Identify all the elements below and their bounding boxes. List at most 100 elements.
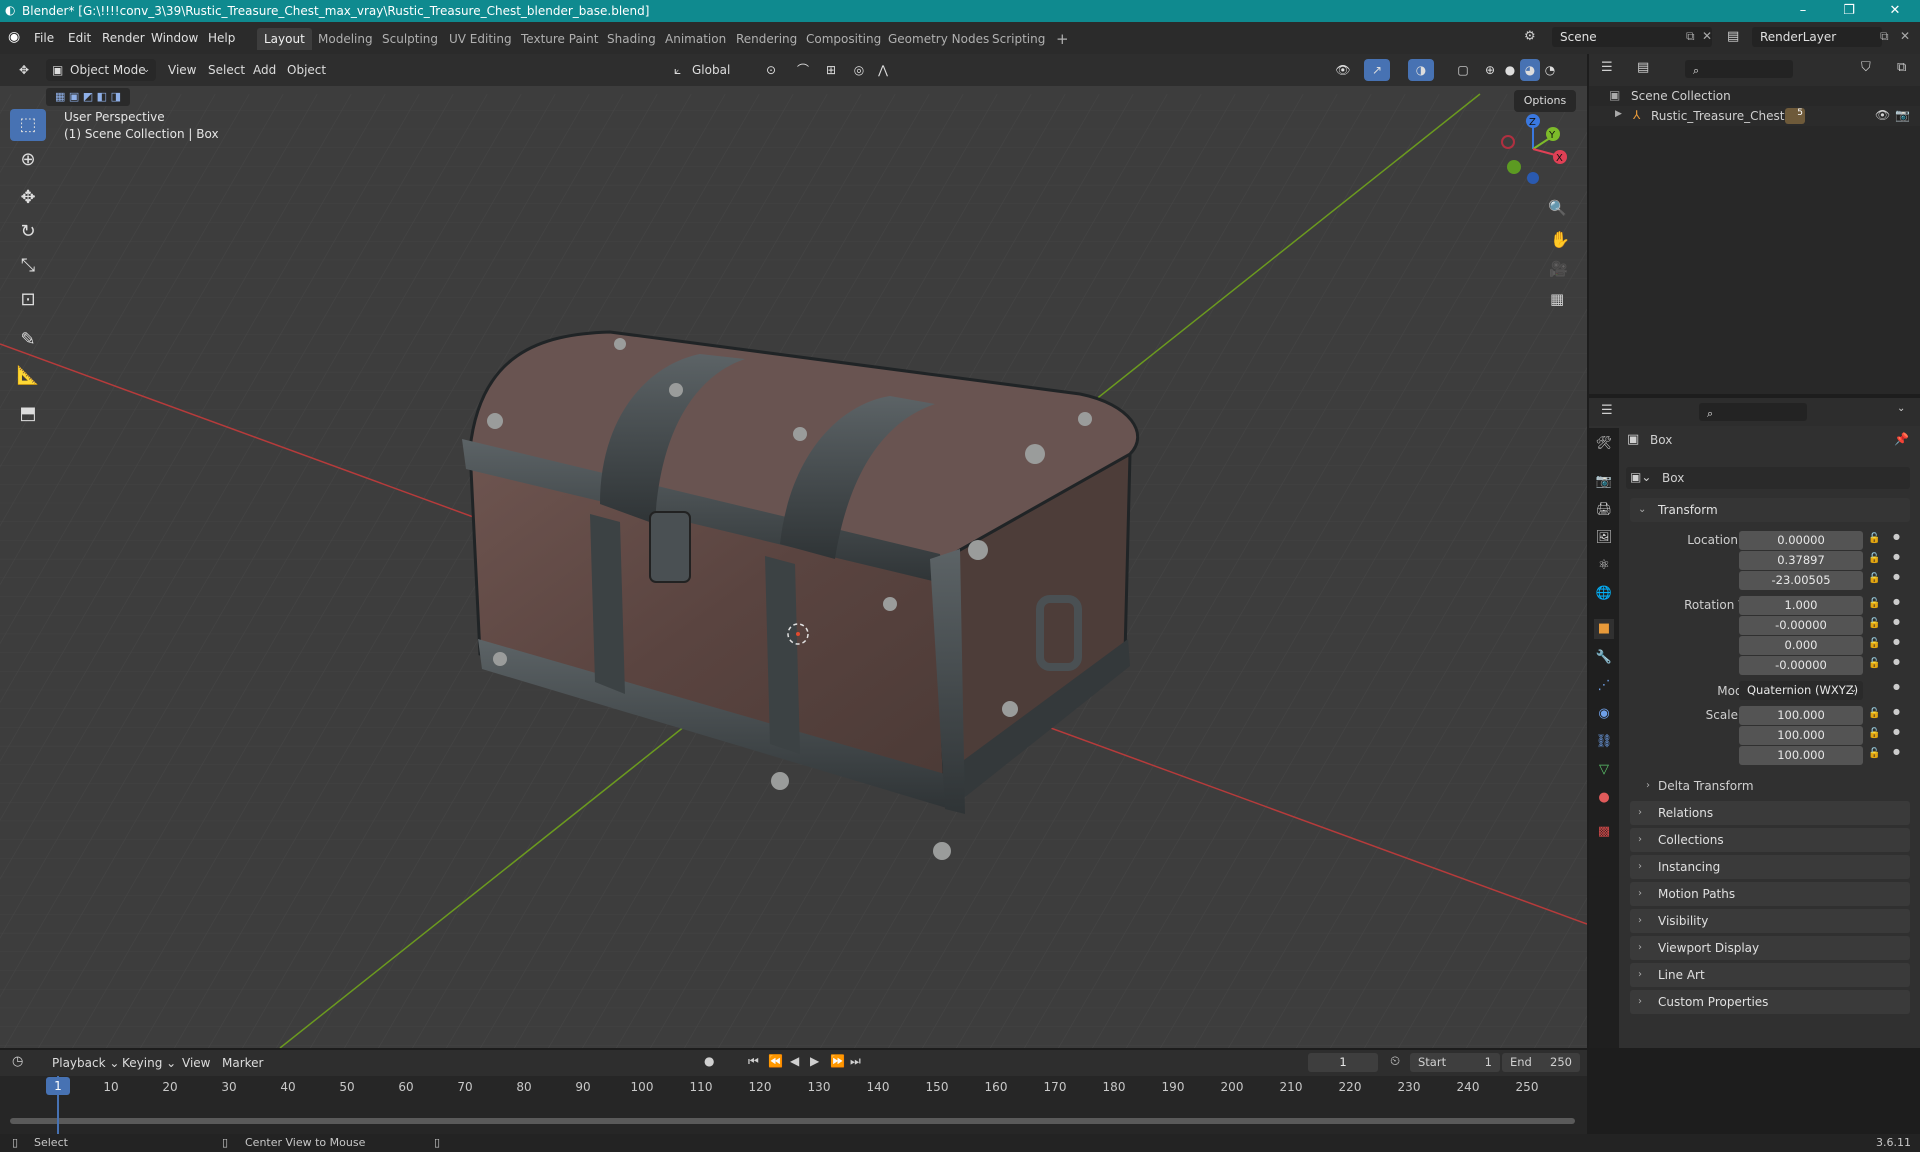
blender-menu-icon[interactable]: ◉ [8, 29, 20, 45]
chevron-down-icon[interactable]: ⌄ [1897, 403, 1905, 414]
tab-animation[interactable]: Animation [658, 28, 733, 50]
keyframe-dot-icon[interactable]: ● [1893, 617, 1900, 626]
eye-icon[interactable]: 👁 [1875, 108, 1890, 122]
end-frame-field[interactable]: End 250 [1502, 1053, 1580, 1072]
menu-add[interactable]: Add [253, 59, 276, 81]
location-x-field[interactable]: 0.00000 [1739, 531, 1863, 550]
tab-sculpting[interactable]: Sculpting [375, 28, 445, 50]
add-workspace-icon[interactable]: + [1049, 28, 1076, 50]
panel-motion-paths[interactable]: › Motion Paths [1630, 882, 1910, 906]
location-z-field[interactable]: -23.00505 [1739, 571, 1863, 590]
menu-render[interactable]: Render [96, 29, 151, 47]
object-mode-dropdown[interactable]: ▣ Object Mode ⌄ [46, 59, 156, 81]
xray-toggle-icon[interactable]: ▢ [1452, 59, 1474, 81]
new-scene-icon[interactable]: ⧉ [1686, 29, 1695, 44]
falloff-icon[interactable]: ⋀ [872, 59, 894, 81]
timeline-scrollbar[interactable] [10, 1118, 1575, 1124]
delta-transform-subpanel[interactable]: › Delta Transform [1630, 775, 1910, 797]
lock-icon[interactable]: 🔓 [1868, 638, 1880, 649]
playhead-frame-badge[interactable]: 1 [46, 1077, 70, 1095]
selection-mode-icons[interactable]: ▦ ▣ ◩ ◧ ◨ [46, 88, 130, 106]
zoom-icon[interactable]: 🔍 [1548, 199, 1567, 217]
rotation-w-field[interactable]: 1.000 [1739, 596, 1863, 615]
tab-compositing[interactable]: Compositing [799, 28, 888, 50]
properties-search-input[interactable]: ⌕ [1699, 403, 1807, 421]
proportional-edit-icon[interactable]: ◎ [848, 59, 870, 81]
pin-icon[interactable]: 📌 [1894, 432, 1909, 446]
tab-layout[interactable]: Layout [257, 28, 312, 50]
filter-icon[interactable]: ⛉ [1861, 60, 1871, 75]
scene-selector-icon[interactable]: ⚙ [1524, 29, 1536, 44]
output-tab-icon[interactable]: 🖨 [1594, 500, 1614, 520]
menu-marker[interactable]: Marker [216, 1052, 269, 1074]
display-mode-icon[interactable]: ▤ [1637, 60, 1649, 75]
overlay-toggle-icon[interactable]: ◑ [1408, 59, 1434, 81]
snap-target-icon[interactable]: ⊞ [818, 59, 844, 81]
remove-view-layer-icon[interactable]: ✕ [1900, 29, 1910, 43]
menu-window[interactable]: Window [145, 29, 204, 47]
rotation-z-field[interactable]: -0.00000 [1739, 656, 1863, 675]
material-tab-icon[interactable]: ● [1594, 788, 1614, 808]
tool-select-box-icon[interactable]: ⬚ [10, 109, 46, 141]
tool-transform-icon[interactable]: ⊡ [10, 284, 46, 316]
keyframe-dot-icon[interactable]: ● [1893, 707, 1900, 716]
restore-icon[interactable]: ❐ [1826, 0, 1872, 22]
outliner-search-input[interactable]: ⌕ [1685, 60, 1793, 78]
scale-x-field[interactable]: 100.000 [1739, 706, 1863, 725]
play-icon[interactable]: ▶ [810, 1054, 819, 1068]
gizmo-toggle-icon[interactable]: ↗ [1364, 59, 1390, 81]
outliner-editor-icon[interactable]: ☰ [1601, 60, 1613, 75]
panel-custom-properties[interactable]: › Custom Properties [1630, 990, 1910, 1014]
world-tab-icon[interactable]: 🌐 [1594, 584, 1614, 604]
object-name-field[interactable]: ▣⌄ Box [1626, 467, 1910, 489]
keyframe-dot-icon[interactable]: ● [1893, 597, 1900, 606]
tab-texture-paint[interactable]: Texture Paint [514, 28, 605, 50]
tab-modeling[interactable]: Modeling [311, 28, 380, 50]
menu-help[interactable]: Help [202, 29, 241, 47]
object-tab-icon[interactable]: ■ [1594, 619, 1614, 639]
data-tab-icon[interactable]: ▽ [1594, 760, 1614, 780]
tab-shading[interactable]: Shading [600, 28, 663, 50]
shading-material-icon[interactable]: ◕ [1520, 59, 1540, 81]
expand-arrow-icon[interactable]: ▶ [1615, 109, 1622, 119]
keyframe-dot-icon[interactable]: ● [1893, 747, 1900, 756]
tool-add-cube-icon[interactable]: ⬒ [10, 398, 46, 430]
tab-geometry-nodes[interactable]: Geometry Nodes [881, 28, 996, 50]
rotation-x-field[interactable]: -0.00000 [1739, 616, 1863, 635]
view-layer-field[interactable]: RenderLayer [1752, 27, 1882, 47]
transform-panel-header[interactable]: ⌄ Transform [1630, 498, 1910, 522]
physics-tab-icon[interactable]: ◉ [1594, 704, 1614, 724]
tool-tab-icon[interactable]: 🛠 [1594, 434, 1614, 454]
constraints-tab-icon[interactable]: ⛓ [1594, 732, 1614, 752]
tab-uv-editing[interactable]: UV Editing [442, 28, 519, 50]
record-icon[interactable]: ● [704, 1054, 714, 1068]
outliner-row[interactable]: ▶ ⅄ Rustic_Treasure_Chest 5 👁 📷 [1589, 106, 1920, 126]
pan-hand-icon[interactable]: ✋ [1550, 230, 1570, 249]
clock-icon[interactable]: ⏲ [1390, 1054, 1400, 1069]
view-layer-icon[interactable]: ▤ [1727, 29, 1739, 44]
lock-icon[interactable]: 🔓 [1868, 553, 1880, 564]
panel-visibility[interactable]: › Visibility [1630, 909, 1910, 933]
menu-object[interactable]: Object [287, 59, 326, 81]
shading-wireframe-icon[interactable]: ⊕ [1480, 59, 1500, 81]
keyframe-dot-icon[interactable]: ● [1893, 682, 1900, 691]
panel-relations[interactable]: › Relations [1630, 801, 1910, 825]
new-view-layer-icon[interactable]: ⧉ [1880, 29, 1889, 44]
menu-select[interactable]: Select [208, 59, 245, 81]
rotation-y-field[interactable]: 0.000 [1739, 636, 1863, 655]
keyframe-dot-icon[interactable]: ● [1893, 552, 1900, 561]
render-tab-icon[interactable]: 📷 [1594, 472, 1614, 492]
tool-annotate-icon[interactable]: ✎ [10, 324, 46, 356]
keyframe-dot-icon[interactable]: ● [1893, 572, 1900, 581]
navigation-gizmo[interactable]: Z Y X [1496, 112, 1570, 186]
lock-icon[interactable]: 🔓 [1868, 598, 1880, 609]
editor-type-icon[interactable]: ✥ [10, 59, 38, 81]
panel-viewport-display[interactable]: › Viewport Display [1630, 936, 1910, 960]
lock-icon[interactable]: 🔓 [1868, 618, 1880, 629]
snap-icon[interactable]: ⌒ [790, 59, 816, 81]
panel-line-art[interactable]: › Line Art [1630, 963, 1910, 987]
properties-editor-icon[interactable]: ☰ [1601, 403, 1613, 418]
shading-rendered-icon[interactable]: ◔ [1540, 59, 1560, 81]
menu-timeline-view[interactable]: View [176, 1052, 216, 1074]
texture-tab-icon[interactable]: ▩ [1594, 822, 1614, 842]
